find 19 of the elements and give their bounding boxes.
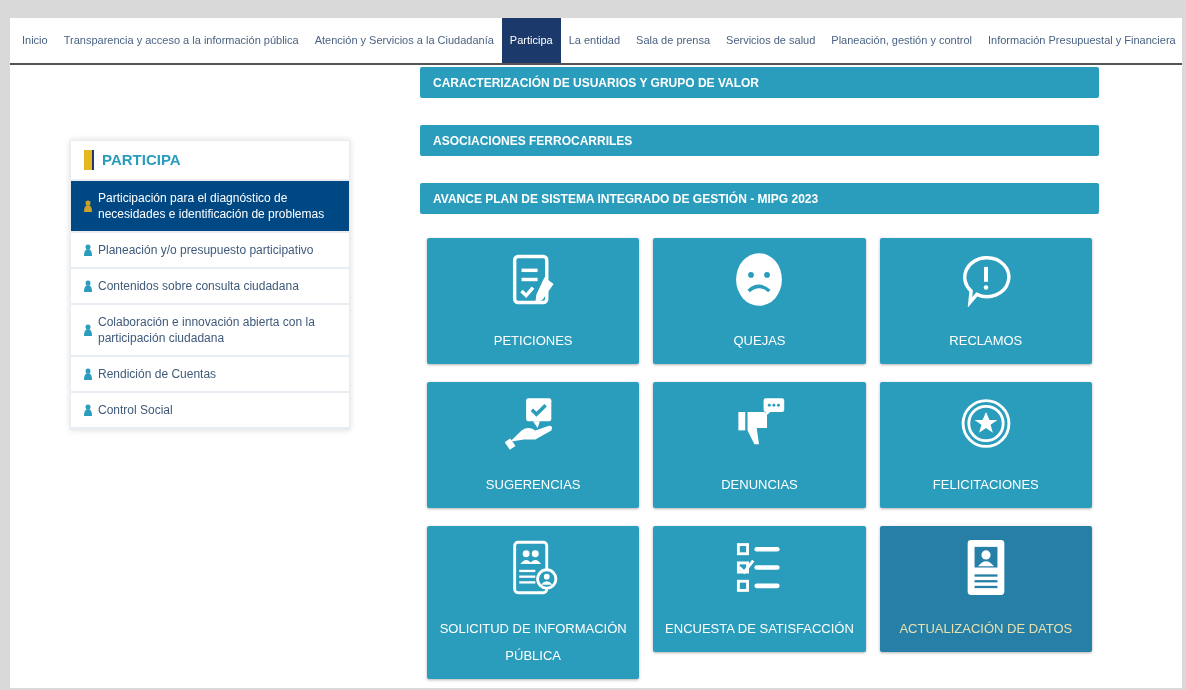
nav-tab[interactable]: Atención y Servicios a la Ciudadanía: [306, 18, 502, 63]
nav-tab[interactable]: Inicio: [14, 18, 56, 63]
nav-tab[interactable]: Planeación, gestión y control: [823, 18, 980, 63]
heading-accent-icon: [84, 150, 94, 170]
sidebar-item[interactable]: Colaboración e innovación abierta con la participación ciudadana: [71, 305, 349, 357]
service-tile[interactable]: ACTUALIZACIÓN DE DATOS: [879, 526, 1092, 652]
nav-tab[interactable]: Participa: [501, 18, 561, 63]
sidebar-title: PARTICIPA: [102, 149, 181, 170]
nav-tab[interactable]: Sala de prensa: [628, 18, 719, 63]
sidebar-item[interactable]: Rendición de Cuentas: [71, 357, 349, 393]
sidebar-item[interactable]: Planeación y/o presupuesto participativo: [71, 233, 349, 269]
nav-tab[interactable]: Información Presupuestal y Financiera: [980, 18, 1182, 63]
nav-tab[interactable]: Servicios de salud: [718, 18, 824, 63]
person-icon: [83, 200, 93, 212]
sidebar-item[interactable]: Participación para el diagnóstico de necesidades e identificación de problemas: [71, 181, 349, 233]
sidebar-item[interactable]: Control Social: [71, 393, 349, 429]
nav-tab[interactable]: La entidad: [560, 18, 629, 63]
sidebar-item[interactable]: Contenidos sobre consulta ciudadana: [71, 269, 349, 305]
nav-tab[interactable]: Transparencia y acceso a la información pública: [55, 18, 307, 63]
